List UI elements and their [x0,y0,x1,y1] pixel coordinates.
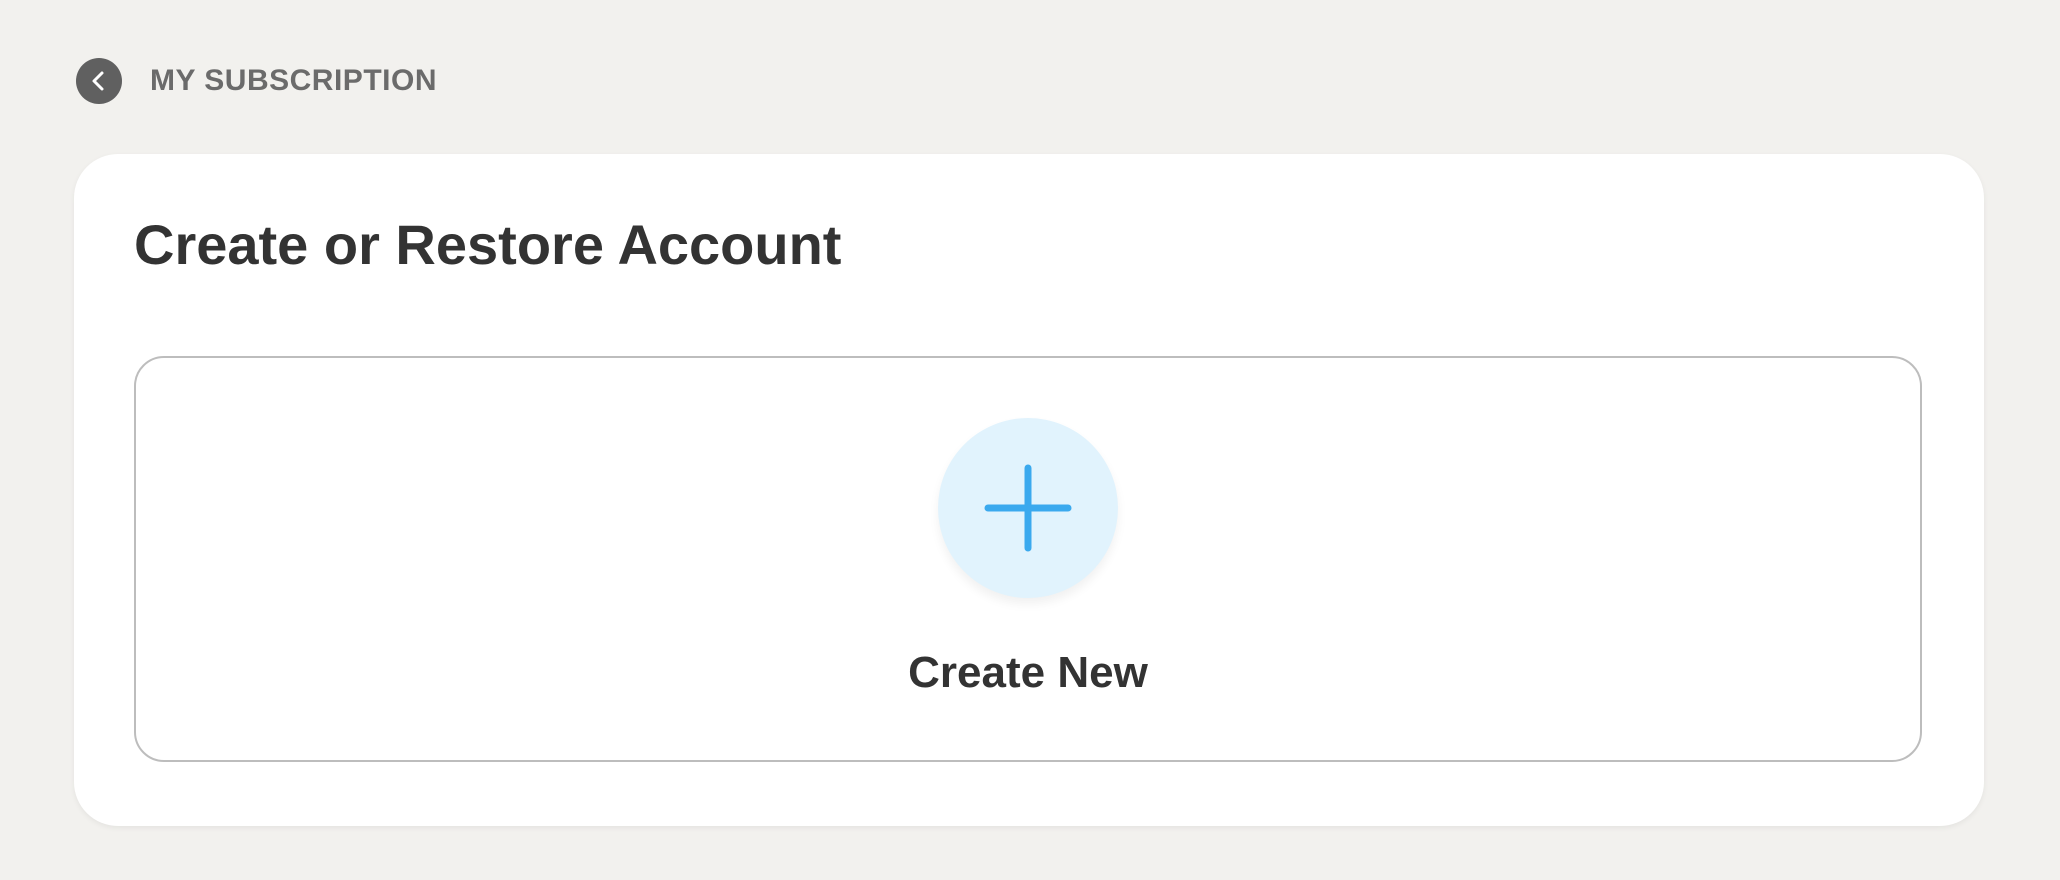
page-title: MY SUBSCRIPTION [150,64,437,97]
back-button[interactable] [76,58,122,104]
plus-circle [938,418,1118,598]
page-header: MY SUBSCRIPTION [76,58,437,104]
plus-icon [984,464,1072,552]
create-new-option[interactable]: Create New [134,356,1922,762]
create-new-label: Create New [908,648,1148,697]
card-title: Create or Restore Account [134,213,842,276]
chevron-left-icon [92,71,104,91]
account-card: Create or Restore Account Create New [74,154,1984,826]
